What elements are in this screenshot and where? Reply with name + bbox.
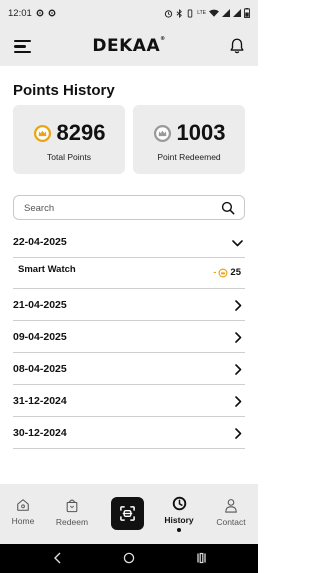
redeemed-points-value: 1003	[176, 120, 226, 145]
nav-contact-label: Contact	[216, 517, 246, 527]
nav-home[interactable]: Home	[0, 498, 48, 526]
bottom-nav: Home Redeem History Contact	[0, 484, 258, 544]
chevron-right-icon	[235, 300, 242, 311]
user-icon	[225, 499, 237, 513]
chevron-down-icon	[232, 240, 243, 247]
history-date: 08-04-2025	[13, 363, 67, 375]
history-item-row: Smart Watch - 25	[13, 258, 245, 289]
history-item-name: Smart Watch	[18, 264, 76, 275]
menu-icon-bar	[14, 40, 31, 43]
chevron-right-icon	[235, 396, 242, 407]
scan-button[interactable]	[111, 497, 144, 530]
history-item-points: - 25	[213, 267, 241, 278]
notification-bell-icon[interactable]	[228, 37, 246, 55]
menu-icon-bar	[14, 45, 26, 48]
points-history-screen: Points History 8296 Total Points 1003 Po…	[0, 66, 258, 484]
alarm-icon	[165, 9, 173, 18]
system-back-icon[interactable]	[53, 552, 62, 564]
history-date-row[interactable]: 08-04-2025	[13, 354, 245, 385]
menu-icon-bar	[14, 50, 31, 54]
system-recents-icon[interactable]	[196, 552, 207, 564]
total-points-label: Total Points	[47, 152, 91, 162]
chevron-right-icon	[235, 428, 242, 439]
active-indicator	[177, 528, 181, 532]
gold-crown-coin-icon	[218, 268, 228, 277]
signal-icon-2	[233, 9, 241, 17]
wifi-icon	[209, 9, 219, 17]
system-home-icon[interactable]	[123, 552, 135, 564]
search-input[interactable]	[24, 200, 204, 216]
history-icon	[172, 496, 186, 511]
nav-redeem[interactable]: Redeem	[47, 498, 97, 527]
redeemed-points-card: 1003 Point Redeemed	[133, 105, 245, 174]
menu-button[interactable]	[14, 40, 31, 54]
history-date-row[interactable]: 09-04-2025	[13, 322, 245, 353]
history-date-row[interactable]: 30-12-2024	[13, 418, 245, 449]
lte-label: LTE	[197, 10, 206, 16]
nav-contact[interactable]: Contact	[206, 498, 256, 527]
silver-crown-coin-icon	[153, 124, 171, 142]
total-points-value: 8296	[56, 120, 106, 145]
scan-icon	[120, 506, 135, 521]
redeemed-points-label: Point Redeemed	[157, 152, 221, 162]
history-date: 31-12-2024	[13, 395, 67, 407]
nav-history[interactable]: History	[154, 496, 204, 532]
bluetooth-icon	[176, 8, 183, 18]
history-date-row[interactable]: 22-04-2025	[13, 227, 245, 258]
signal-icon	[222, 9, 230, 17]
chevron-right-icon	[235, 332, 242, 343]
nav-redeem-label: Redeem	[55, 517, 89, 527]
battery-icon	[244, 8, 250, 18]
brand-logo: DEKAA®	[92, 36, 166, 56]
total-points-card: 8296 Total Points	[13, 105, 125, 174]
page-title: Points History	[13, 82, 115, 99]
history-date: 30-12-2024	[13, 427, 67, 439]
settings-icon-2	[48, 9, 56, 17]
points-sign: -	[213, 267, 217, 278]
status-time: 12:01	[8, 7, 32, 19]
status-bar: 12:01 LTE	[0, 0, 258, 26]
history-date: 21-04-2025	[13, 299, 67, 311]
chevron-right-icon	[235, 364, 242, 375]
points-amount: 25	[230, 267, 241, 278]
system-navigation-bar	[0, 544, 258, 573]
gold-crown-coin-icon	[33, 124, 51, 142]
settings-icon	[36, 9, 44, 17]
nav-home-label: Home	[11, 516, 35, 526]
history-date-row[interactable]: 31-12-2024	[13, 386, 245, 417]
search-icon[interactable]	[221, 201, 235, 215]
nav-history-label: History	[164, 515, 194, 525]
history-date-row[interactable]: 21-04-2025	[13, 290, 245, 321]
vibrate-icon	[187, 8, 193, 18]
search-box[interactable]	[13, 195, 245, 220]
history-date: 09-04-2025	[13, 331, 67, 343]
app-header: DEKAA®	[0, 26, 258, 66]
shopping-bag-icon	[66, 499, 78, 513]
history-date: 22-04-2025	[13, 236, 67, 248]
home-icon	[17, 499, 29, 511]
